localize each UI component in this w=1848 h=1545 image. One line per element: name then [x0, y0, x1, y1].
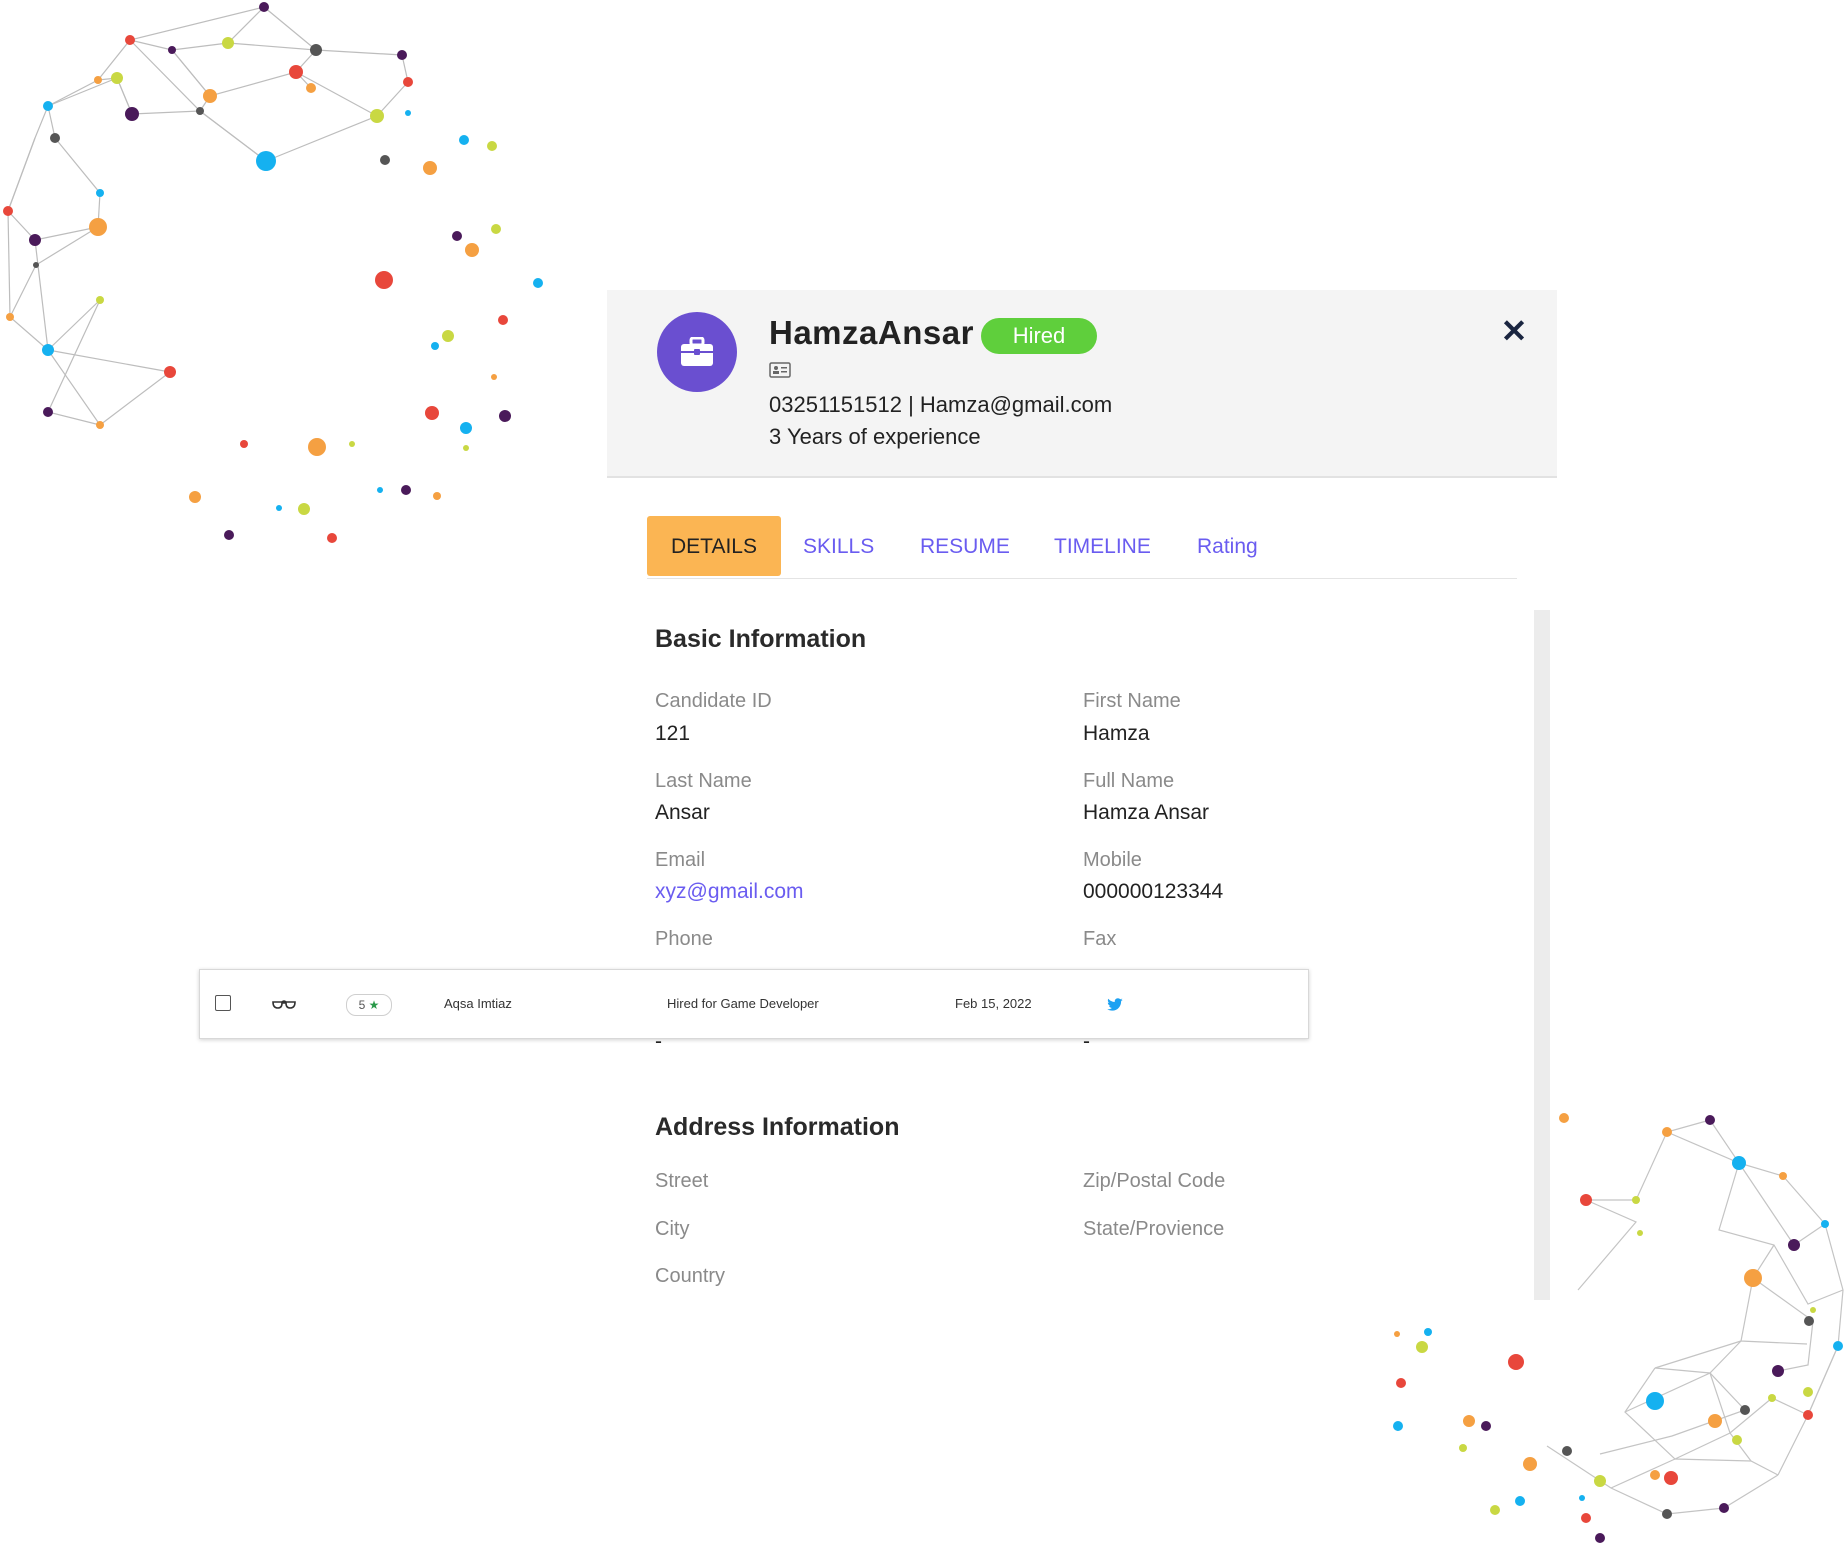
candidate-header: HamzaAnsar Hired 03251151512 | Hamza@gma… — [607, 290, 1557, 478]
row-candidate-name[interactable]: Aqsa Imtiaz — [444, 970, 512, 1038]
first-name-label: First Name — [1083, 690, 1181, 712]
rating-badge: 5 ★ — [346, 994, 392, 1016]
row-status: Hired for Game Developer — [667, 996, 819, 1011]
row-date: Feb 15, 2022 — [955, 996, 1032, 1011]
last-name-label: Last Name — [655, 770, 752, 792]
tab-resume[interactable]: RESUME — [920, 516, 1010, 576]
scrollbar[interactable] — [1534, 610, 1550, 1300]
rating-value: 5 — [358, 998, 366, 1012]
star-icon: ★ — [368, 998, 380, 1012]
candidate-id-label: Candidate ID — [655, 690, 772, 712]
email-link[interactable]: xyz@gmail.com — [655, 880, 804, 904]
row-checkbox[interactable] — [215, 995, 231, 1011]
network-decoration-top — [3, 2, 543, 543]
id-card-icon — [769, 362, 791, 378]
twitter-icon[interactable] — [1106, 998, 1124, 1012]
tab-rating[interactable]: Rating — [1197, 516, 1258, 576]
email-label: Email — [655, 849, 706, 871]
tab-details[interactable]: DETAILS — [647, 516, 781, 576]
glasses-icon[interactable] — [272, 998, 296, 1010]
mobile-value: 000000123344 — [1083, 880, 1224, 903]
candidate-name: HamzaAnsar — [769, 314, 974, 351]
street-label: Street — [655, 1170, 709, 1192]
list-item[interactable]: 5 ★ Aqsa Imtiaz Hired for Game Developer… — [199, 969, 1309, 1039]
candidate-id-value: 121 — [655, 722, 691, 745]
city-label: City — [655, 1218, 690, 1240]
candidate-experience: 3 Years of experience — [769, 424, 981, 449]
address-information-heading: Address Information — [655, 1113, 900, 1141]
avatar — [657, 312, 737, 392]
mobile-label: Mobile — [1083, 849, 1142, 871]
briefcase-icon — [681, 337, 713, 366]
close-icon[interactable]: ✕ — [1499, 315, 1529, 347]
tab-bar: DETAILS SKILLS RESUME TIMELINE Rating — [647, 516, 1517, 579]
basic-information-heading: Basic Information — [655, 625, 867, 653]
last-name-value: Ansar — [655, 801, 710, 824]
zip-label: Zip/Postal Code — [1083, 1170, 1226, 1192]
country-label: Country — [655, 1265, 726, 1287]
first-name-value: Hamza — [1083, 722, 1150, 745]
phone-label: Phone — [655, 928, 713, 950]
full-name-value: Hamza Ansar — [1083, 801, 1210, 824]
status-badge: Hired — [981, 318, 1097, 354]
tab-skills[interactable]: SKILLS — [803, 516, 874, 576]
state-label: State/Provience — [1083, 1218, 1225, 1240]
full-name-label: Full Name — [1083, 770, 1175, 792]
candidate-detail-panel: HamzaAnsar Hired 03251151512 | Hamza@gma… — [607, 290, 1557, 1310]
fax-label: Fax — [1083, 928, 1117, 950]
tab-timeline[interactable]: TIMELINE — [1054, 516, 1151, 576]
candidate-contact: 03251151512 | Hamza@gmail.com — [769, 392, 1113, 417]
